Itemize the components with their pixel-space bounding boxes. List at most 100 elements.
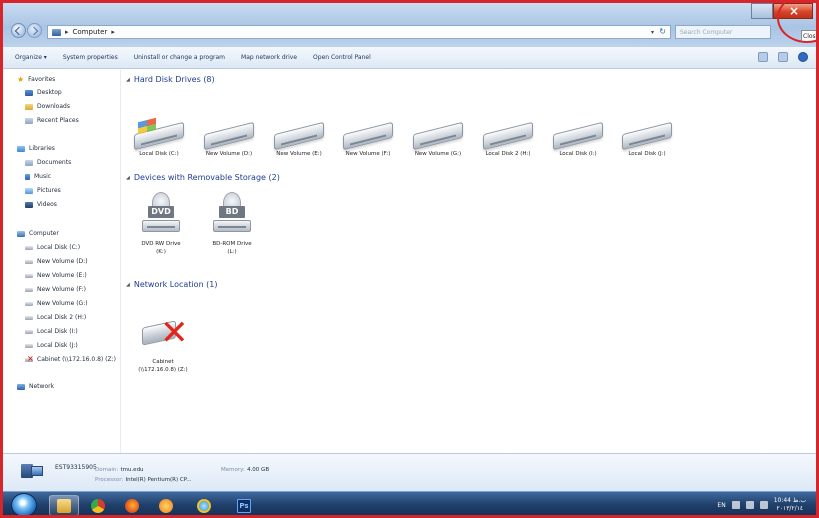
group-network-location[interactable]: ◢ Network Location (1) xyxy=(126,280,218,289)
preview-pane-icon[interactable] xyxy=(778,52,788,62)
system-properties-button[interactable]: System properties xyxy=(63,54,118,61)
hard-drive-icon xyxy=(620,120,674,151)
drive-icon xyxy=(25,287,33,292)
network-status-icon[interactable] xyxy=(745,501,754,509)
drive-tile-h[interactable]: Local Disk 2 (H:) xyxy=(475,120,541,158)
hard-drive-icon xyxy=(272,120,326,151)
hard-drive-icon xyxy=(341,120,395,151)
memory-row: Memory: 4.00 GB xyxy=(221,467,270,473)
processor-row: Processor: Intel(R) Pentium(R) CP... xyxy=(95,477,192,483)
hard-drive-icon xyxy=(132,117,186,151)
drive-tile-e[interactable]: New Volume (E:) xyxy=(266,120,332,158)
start-button[interactable] xyxy=(11,493,37,515)
nav-drive-f[interactable]: New Volume (F:) xyxy=(25,286,86,293)
downloads-icon xyxy=(25,103,33,110)
folder-icon xyxy=(57,498,71,513)
nav-network[interactable]: Network xyxy=(17,383,54,390)
organize-button[interactable]: Organize ▾ xyxy=(15,54,47,61)
collapse-arrow-icon[interactable]: ◢ xyxy=(126,175,130,181)
drive-tile-i[interactable]: Local Disk (I:) xyxy=(545,120,611,158)
nav-computer[interactable]: Computer xyxy=(17,230,59,237)
drive-tile-f[interactable]: New Volume (F:) xyxy=(335,120,401,158)
computer-icon xyxy=(17,230,25,237)
network-drive-tile-z[interactable]: ✕ Cabinet (\\172.16.0.8) (Z:) xyxy=(128,310,198,374)
breadcrumb-computer[interactable]: Computer xyxy=(73,28,108,36)
nav-libraries[interactable]: Libraries xyxy=(17,145,55,152)
view-options-icon[interactable] xyxy=(758,52,768,62)
group-hard-disk-drives[interactable]: ◢ Hard Disk Drives (8) xyxy=(126,75,215,84)
network-icon xyxy=(17,383,25,390)
bd-drive-icon: BD xyxy=(213,192,251,238)
nav-videos[interactable]: Videos xyxy=(25,201,57,208)
nav-drive-d[interactable]: New Volume (D:) xyxy=(25,258,88,265)
explorer-window: ▸ Computer ▸ ▾ ↻ Search Computer Close O… xyxy=(0,0,819,518)
videos-icon xyxy=(25,201,33,208)
forward-button[interactable] xyxy=(27,23,42,38)
breadcrumb-separator-icon[interactable]: ▸ xyxy=(65,28,69,36)
drive-icon xyxy=(25,259,33,264)
refresh-icon[interactable]: ↻ xyxy=(659,27,666,36)
red-x-icon: ✕ xyxy=(160,313,189,353)
language-indicator[interactable]: EN xyxy=(717,502,725,509)
help-icon[interactable] xyxy=(798,52,808,62)
drive-tile-d[interactable]: New Volume (D:) xyxy=(196,120,262,158)
address-bar[interactable]: ▸ Computer ▸ ▾ ↻ xyxy=(47,25,671,39)
nav-drive-c[interactable]: Local Disk (C:) xyxy=(25,244,80,251)
tray-flag-icon[interactable] xyxy=(731,501,740,509)
hard-drive-icon xyxy=(202,120,256,151)
drive-tile-k[interactable]: DVD DVD RW Drive (K:) xyxy=(128,192,194,256)
photoshop-icon: Ps xyxy=(237,498,251,513)
drive-tile-l[interactable]: BD BD-ROM Drive (L:) xyxy=(199,192,265,256)
taskbar-media-player[interactable] xyxy=(151,495,181,515)
search-input[interactable]: Search Computer xyxy=(675,25,771,39)
uninstall-program-button[interactable]: Uninstall or change a program xyxy=(134,54,225,61)
nav-downloads[interactable]: Downloads xyxy=(25,103,70,110)
documents-icon xyxy=(25,159,33,166)
nav-drive-j[interactable]: Local Disk (J:) xyxy=(25,342,78,349)
nav-documents[interactable]: Documents xyxy=(25,159,71,166)
taskbar-chrome[interactable] xyxy=(83,495,113,515)
music-icon xyxy=(25,173,30,180)
taskbar-firefox[interactable] xyxy=(117,495,147,515)
taskbar-photoshop[interactable]: Ps xyxy=(229,495,259,515)
nav-pictures[interactable]: Pictures xyxy=(25,187,61,194)
nav-recent-places[interactable]: Recent Places xyxy=(25,117,79,124)
nav-drive-g[interactable]: New Volume (G:) xyxy=(25,300,88,307)
nav-drive-z[interactable]: Cabinet (\\172.16.0.8) (Z:) xyxy=(25,354,116,363)
taskbar: Ps EN 10:44 ب.ظ ۲۰۱۳/۲/۱٤ xyxy=(3,491,816,515)
media-player-icon xyxy=(159,498,173,513)
volume-icon[interactable] xyxy=(759,501,768,509)
drive-tile-g[interactable]: New Volume (G:) xyxy=(405,120,471,158)
nav-desktop[interactable]: Desktop xyxy=(25,89,62,96)
map-network-drive-button[interactable]: Map network drive xyxy=(241,54,297,61)
address-dropdown-icon[interactable]: ▾ xyxy=(651,29,654,36)
nav-music[interactable]: Music xyxy=(25,173,51,180)
nav-drive-h[interactable]: Local Disk 2 (H:) xyxy=(25,314,86,321)
nav-drive-e[interactable]: New Volume (E:) xyxy=(25,272,87,279)
taskbar-internet-explorer[interactable] xyxy=(189,495,219,515)
nav-favorites[interactable]: ★ Favorites xyxy=(17,74,55,84)
open-control-panel-button[interactable]: Open Control Panel xyxy=(313,54,371,61)
group-removable-storage[interactable]: ◢ Devices with Removable Storage (2) xyxy=(126,173,280,182)
drive-icon xyxy=(25,315,33,320)
collapse-arrow-icon[interactable]: ◢ xyxy=(126,77,130,83)
minimize-button[interactable] xyxy=(751,3,773,19)
command-bar: Organize ▾ System properties Uninstall o… xyxy=(3,47,816,69)
breadcrumb-chevron-icon[interactable]: ▸ xyxy=(111,28,115,36)
drive-tile-j[interactable]: Local Disk (J:) xyxy=(614,120,680,158)
taskbar-explorer[interactable] xyxy=(49,495,79,515)
network-drive-disconnected-icon xyxy=(25,354,34,363)
star-icon: ★ xyxy=(17,74,25,84)
domain-row: Domain: tmu.edu xyxy=(95,467,144,473)
collapse-arrow-icon[interactable]: ◢ xyxy=(126,282,130,288)
chrome-icon xyxy=(91,498,105,513)
drive-tile-c[interactable]: Local Disk (C:) xyxy=(126,117,192,158)
clock[interactable]: 10:44 ب.ظ ۲۰۱۳/۲/۱٤ xyxy=(774,497,806,513)
firefox-icon xyxy=(125,498,139,513)
hard-drive-icon xyxy=(551,120,605,151)
navigation-pane: ★ Favorites Desktop Downloads Recent Plac… xyxy=(3,70,121,453)
back-button[interactable] xyxy=(11,23,26,38)
internet-explorer-icon xyxy=(197,498,211,513)
nav-drive-i[interactable]: Local Disk (I:) xyxy=(25,328,78,335)
pictures-icon xyxy=(25,187,33,194)
